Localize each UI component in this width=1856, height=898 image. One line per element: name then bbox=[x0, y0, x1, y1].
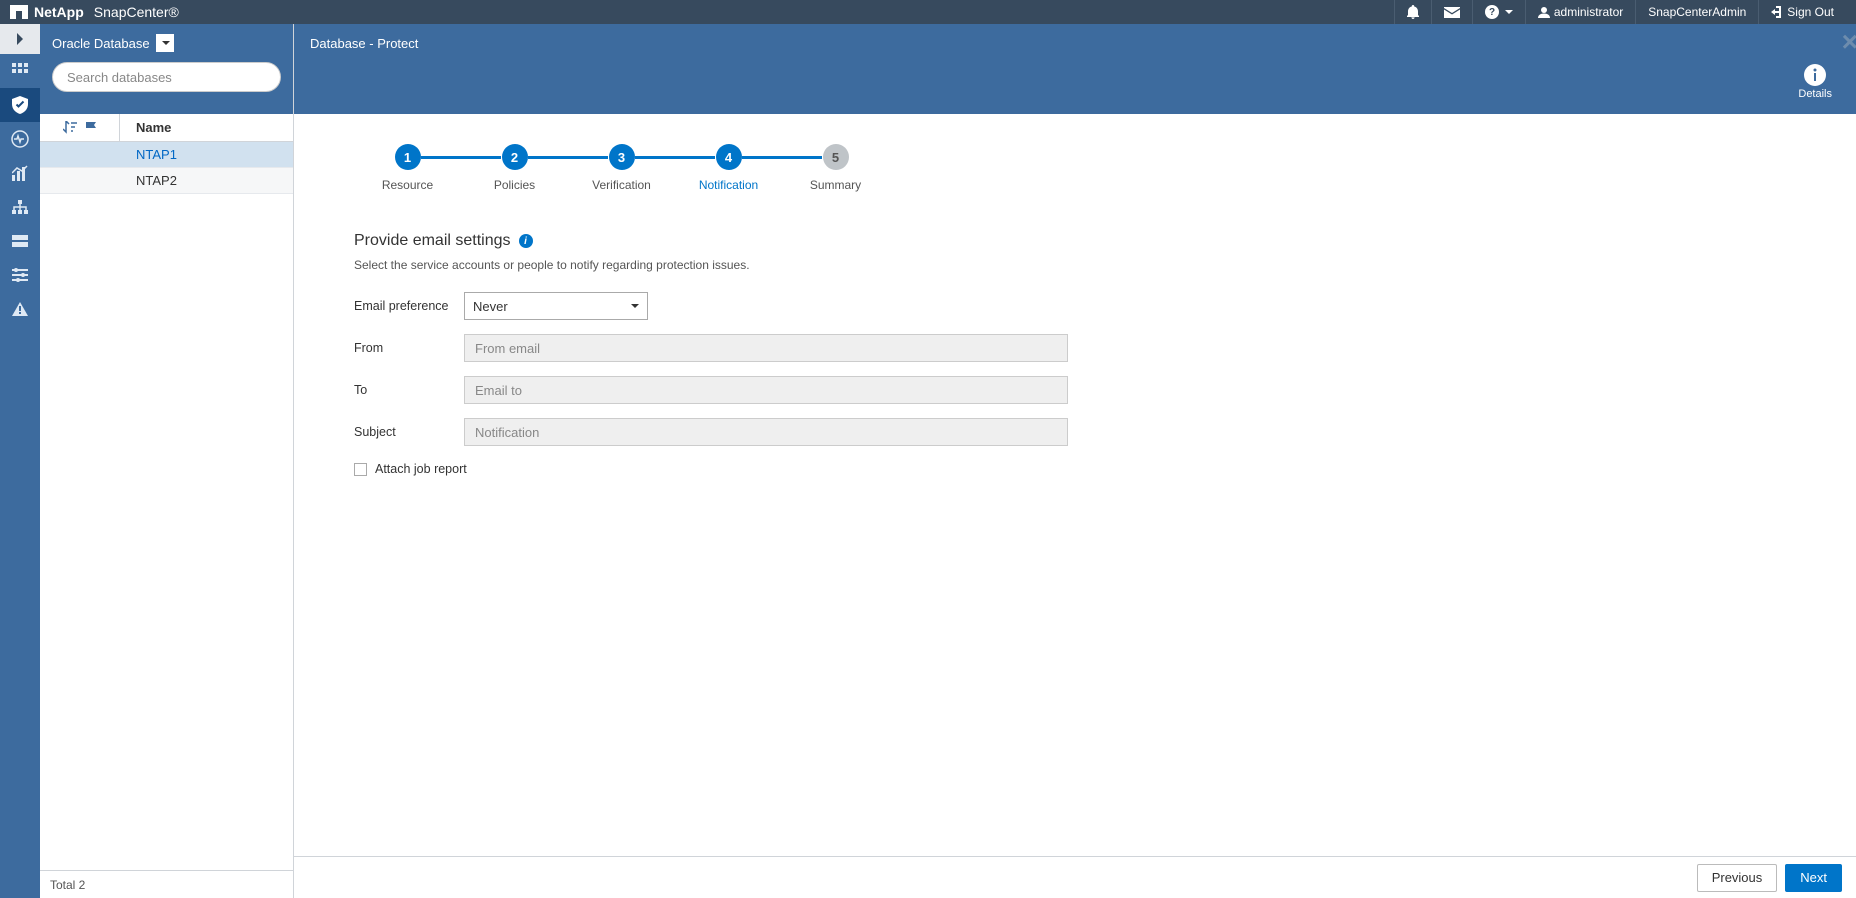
search-databases[interactable] bbox=[52, 62, 281, 92]
signout-icon bbox=[1771, 6, 1783, 18]
attach-report-checkbox[interactable] bbox=[354, 463, 367, 476]
resource-type-dropdown[interactable] bbox=[156, 34, 174, 52]
step-resource[interactable]: 1 Resource bbox=[354, 144, 461, 192]
chevron-down-icon bbox=[162, 41, 170, 45]
chevron-down-icon bbox=[631, 304, 639, 308]
brand-company: NetApp bbox=[34, 4, 84, 20]
flag-icon[interactable] bbox=[85, 121, 97, 135]
role-label[interactable]: SnapCenterAdmin bbox=[1635, 0, 1758, 24]
step-policies[interactable]: 2 Policies bbox=[461, 144, 568, 192]
to-label: To bbox=[354, 383, 464, 397]
nav-reports[interactable] bbox=[0, 156, 40, 190]
global-header: NetApp SnapCenter® ? administrator SnapC… bbox=[0, 0, 1856, 24]
resource-name: NTAP2 bbox=[120, 173, 177, 188]
sliders-icon bbox=[12, 268, 28, 282]
nav-hosts[interactable] bbox=[0, 190, 40, 224]
nav-rail bbox=[0, 24, 40, 898]
from-email-input[interactable] bbox=[464, 334, 1068, 362]
resource-type-label: Oracle Database bbox=[52, 36, 150, 51]
user-label: administrator bbox=[1554, 5, 1623, 19]
mail-icon bbox=[1444, 7, 1460, 18]
section-subtitle: Select the service accounts or people to… bbox=[354, 258, 1074, 272]
svg-text:?: ? bbox=[1489, 7, 1495, 18]
details-button[interactable]: Details bbox=[1798, 64, 1832, 100]
email-preference-label: Email preference bbox=[354, 299, 464, 313]
user-menu[interactable]: administrator bbox=[1525, 0, 1635, 24]
resource-table-header: Name bbox=[40, 114, 293, 142]
previous-button[interactable]: Previous bbox=[1697, 864, 1778, 892]
heartbeat-icon bbox=[11, 130, 29, 148]
nav-resources[interactable] bbox=[0, 88, 40, 122]
warning-icon bbox=[12, 302, 28, 316]
info-icon bbox=[1804, 64, 1826, 86]
brand-product: SnapCenter® bbox=[94, 4, 179, 20]
table-row[interactable]: NTAP1 bbox=[40, 142, 293, 168]
user-icon bbox=[1538, 6, 1550, 18]
subject-label: Subject bbox=[354, 425, 464, 439]
notifications-button[interactable] bbox=[1394, 0, 1431, 24]
wizard-stepper: 1 Resource 2 Policies 3 Verification 4 N… bbox=[354, 144, 1796, 192]
search-input[interactable] bbox=[67, 70, 266, 85]
sort-icon[interactable] bbox=[63, 121, 77, 135]
signout-button[interactable]: Sign Out bbox=[1758, 0, 1846, 24]
resource-name: NTAP1 bbox=[120, 147, 177, 162]
from-label: From bbox=[354, 341, 464, 355]
page-title: Database - Protect bbox=[294, 24, 1856, 51]
step-verification[interactable]: 3 Verification bbox=[568, 144, 675, 192]
brand: NetApp SnapCenter® bbox=[10, 4, 179, 20]
help-menu[interactable]: ? bbox=[1472, 0, 1525, 24]
section-title: Provide email settings bbox=[354, 232, 511, 250]
table-row[interactable]: NTAP2 bbox=[40, 168, 293, 194]
help-icon: ? bbox=[1485, 5, 1499, 19]
column-name-header[interactable]: Name bbox=[120, 120, 171, 135]
attach-report-label: Attach job report bbox=[375, 462, 467, 476]
resource-panel: Oracle Database Name NTAP1 NTAP2 Total 2 bbox=[40, 24, 294, 898]
step-notification[interactable]: 4 Notification bbox=[675, 144, 782, 192]
grid-icon bbox=[12, 63, 28, 79]
hosts-icon bbox=[12, 200, 28, 214]
nav-monitor[interactable] bbox=[0, 122, 40, 156]
subject-input[interactable] bbox=[464, 418, 1068, 446]
nav-dashboard[interactable] bbox=[0, 54, 40, 88]
main-panel: Database - Protect × Details 1 Resource … bbox=[294, 24, 1856, 898]
step-summary[interactable]: 5 Summary bbox=[782, 144, 889, 192]
nav-storage[interactable] bbox=[0, 224, 40, 258]
chevron-down-icon bbox=[1505, 10, 1513, 14]
bell-icon bbox=[1407, 5, 1419, 19]
chevron-right-icon bbox=[15, 33, 25, 45]
next-button[interactable]: Next bbox=[1785, 864, 1842, 892]
nav-settings[interactable] bbox=[0, 258, 40, 292]
messages-button[interactable] bbox=[1431, 0, 1472, 24]
nav-alerts[interactable] bbox=[0, 292, 40, 326]
storage-icon bbox=[12, 235, 28, 247]
close-panel-button[interactable]: × bbox=[1842, 26, 1856, 58]
shield-check-icon bbox=[12, 96, 28, 114]
wizard-footer: Previous Next bbox=[294, 856, 1856, 898]
email-preference-select[interactable]: Never bbox=[464, 292, 648, 320]
to-email-input[interactable] bbox=[464, 376, 1068, 404]
info-icon[interactable]: i bbox=[519, 234, 533, 248]
nav-expand-toggle[interactable] bbox=[0, 24, 40, 54]
netapp-logo-icon bbox=[10, 5, 28, 19]
resource-total: Total 2 bbox=[40, 870, 293, 898]
chart-icon bbox=[12, 165, 28, 181]
